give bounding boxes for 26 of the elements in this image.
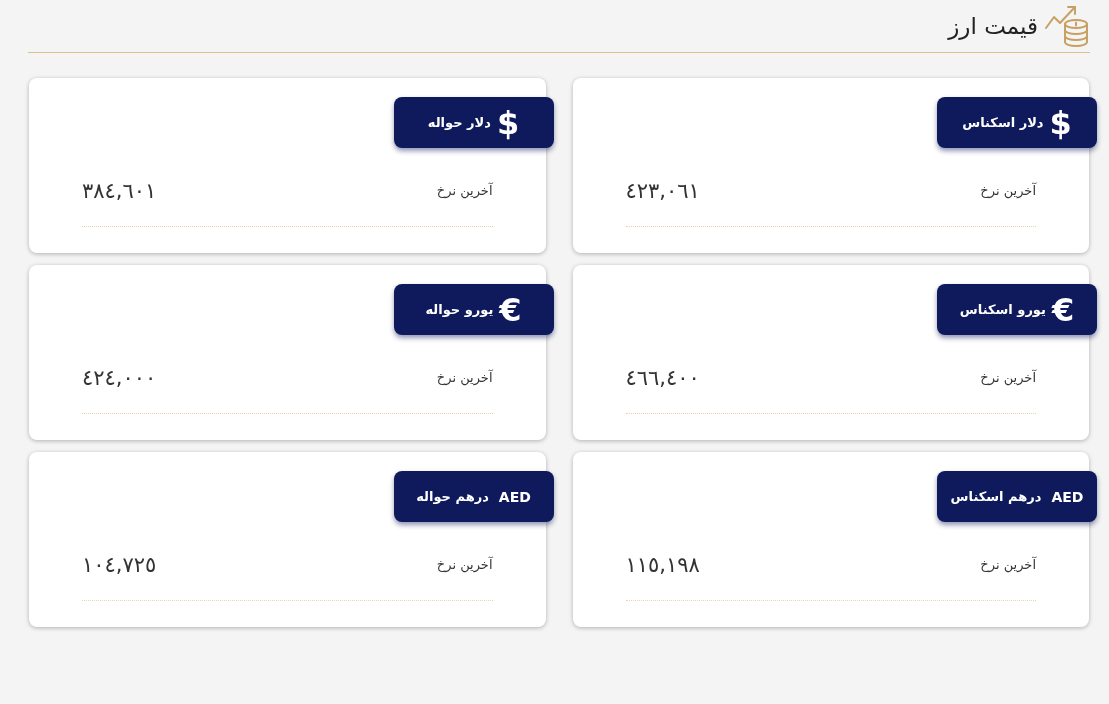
rate-value: ٣٨٤,٦٠١ [82, 180, 157, 202]
currency-name: درهم اسکناس [950, 490, 1042, 503]
rate-label: آخرین نرخ [436, 368, 493, 388]
rate-value: ٤٢٤,٠٠٠ [82, 367, 157, 389]
rate-label: آخرین نرخ [980, 555, 1036, 575]
currency-symbol: $ [496, 106, 520, 139]
currency-symbol: € [1051, 293, 1075, 326]
currency-symbol: € [499, 293, 522, 326]
currency-name: دلار اسکناس [962, 116, 1044, 129]
currency-name: دلار حواله [427, 116, 491, 129]
currency-name: یورو حواله [425, 303, 494, 316]
currency-name: درهم حواله [416, 490, 489, 503]
rate-label: آخرین نرخ [980, 368, 1036, 388]
rate-label: آخرین نرخ [980, 181, 1036, 201]
rate-label: آخرین نرخ [436, 181, 493, 201]
coins-arrow-icon [1044, 4, 1090, 48]
rate-value: ١١٥,١٩٨ [625, 554, 700, 576]
rate-value: ٤٢٣,٠٦١ [625, 180, 700, 202]
currency-symbol: $ [1049, 106, 1072, 139]
rate-value: ٤٦٦,٤٠٠ [625, 367, 700, 389]
page-title: قیمت ارز [948, 14, 1038, 38]
currency-name: یورو اسکناس [959, 303, 1046, 316]
currency-symbol: AED [498, 489, 531, 504]
rate-label: آخرین نرخ [436, 555, 493, 575]
rate-value: ١٠٤,٧٢٥ [82, 554, 157, 576]
currency-symbol: AED [1051, 489, 1084, 504]
